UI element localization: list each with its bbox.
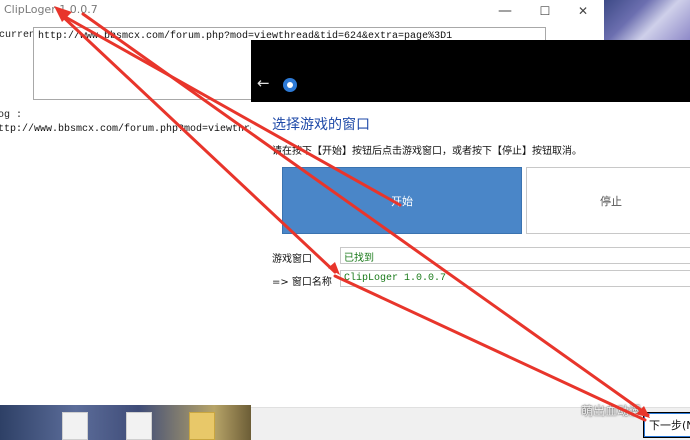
- start-button[interactable]: 开始: [282, 167, 522, 234]
- minimize-button[interactable]: —: [485, 0, 525, 22]
- desktop-file-icon[interactable]: [62, 412, 88, 440]
- title-bar[interactable]: ClipLoger 1.0.0.7 — ☐ ✕: [0, 0, 604, 22]
- close-button[interactable]: ✕: [563, 0, 603, 22]
- dialog-heading: 选择游戏的窗口: [272, 117, 370, 133]
- maximize-button[interactable]: ☐: [525, 0, 565, 22]
- back-arrow-icon[interactable]: ←: [257, 74, 270, 92]
- log-label: og :: [0, 110, 23, 121]
- desktop-folder-icon[interactable]: [189, 412, 215, 440]
- dialog-instruction: 请在按下【开始】按钮后点击游戏窗口，或者按下【停止】按钮取消。: [272, 146, 582, 157]
- game-window-field: 已找到: [340, 247, 690, 264]
- app-icon: [283, 78, 297, 92]
- log-text: ttp://www.bbsmcx.com/forum.php?mod=viewt…: [0, 124, 293, 135]
- window-name-field: ClipLoger 1.0.0.7: [340, 270, 690, 287]
- window-name-label: => 窗口名称: [272, 277, 332, 288]
- background-artwork: [604, 0, 690, 40]
- window-name-value: ClipLoger 1.0.0.7: [344, 273, 447, 284]
- window-title: ClipLoger 1.0.0.7: [4, 3, 98, 16]
- window-select-dialog: ← 选择游戏的窗口 请在按下【开始】按钮后点击游戏窗口，或者按下【停止】按钮取消…: [251, 40, 690, 440]
- dialog-header: ←: [251, 40, 690, 102]
- game-window-label: 游戏窗口: [272, 254, 312, 265]
- desktop-file-icon[interactable]: [126, 412, 152, 440]
- game-window-value: 已找到: [344, 253, 374, 264]
- next-button[interactable]: 下一步(N): [643, 412, 690, 438]
- watermark: 萌出血动漫: [581, 404, 642, 418]
- stop-button[interactable]: 停止: [526, 167, 690, 234]
